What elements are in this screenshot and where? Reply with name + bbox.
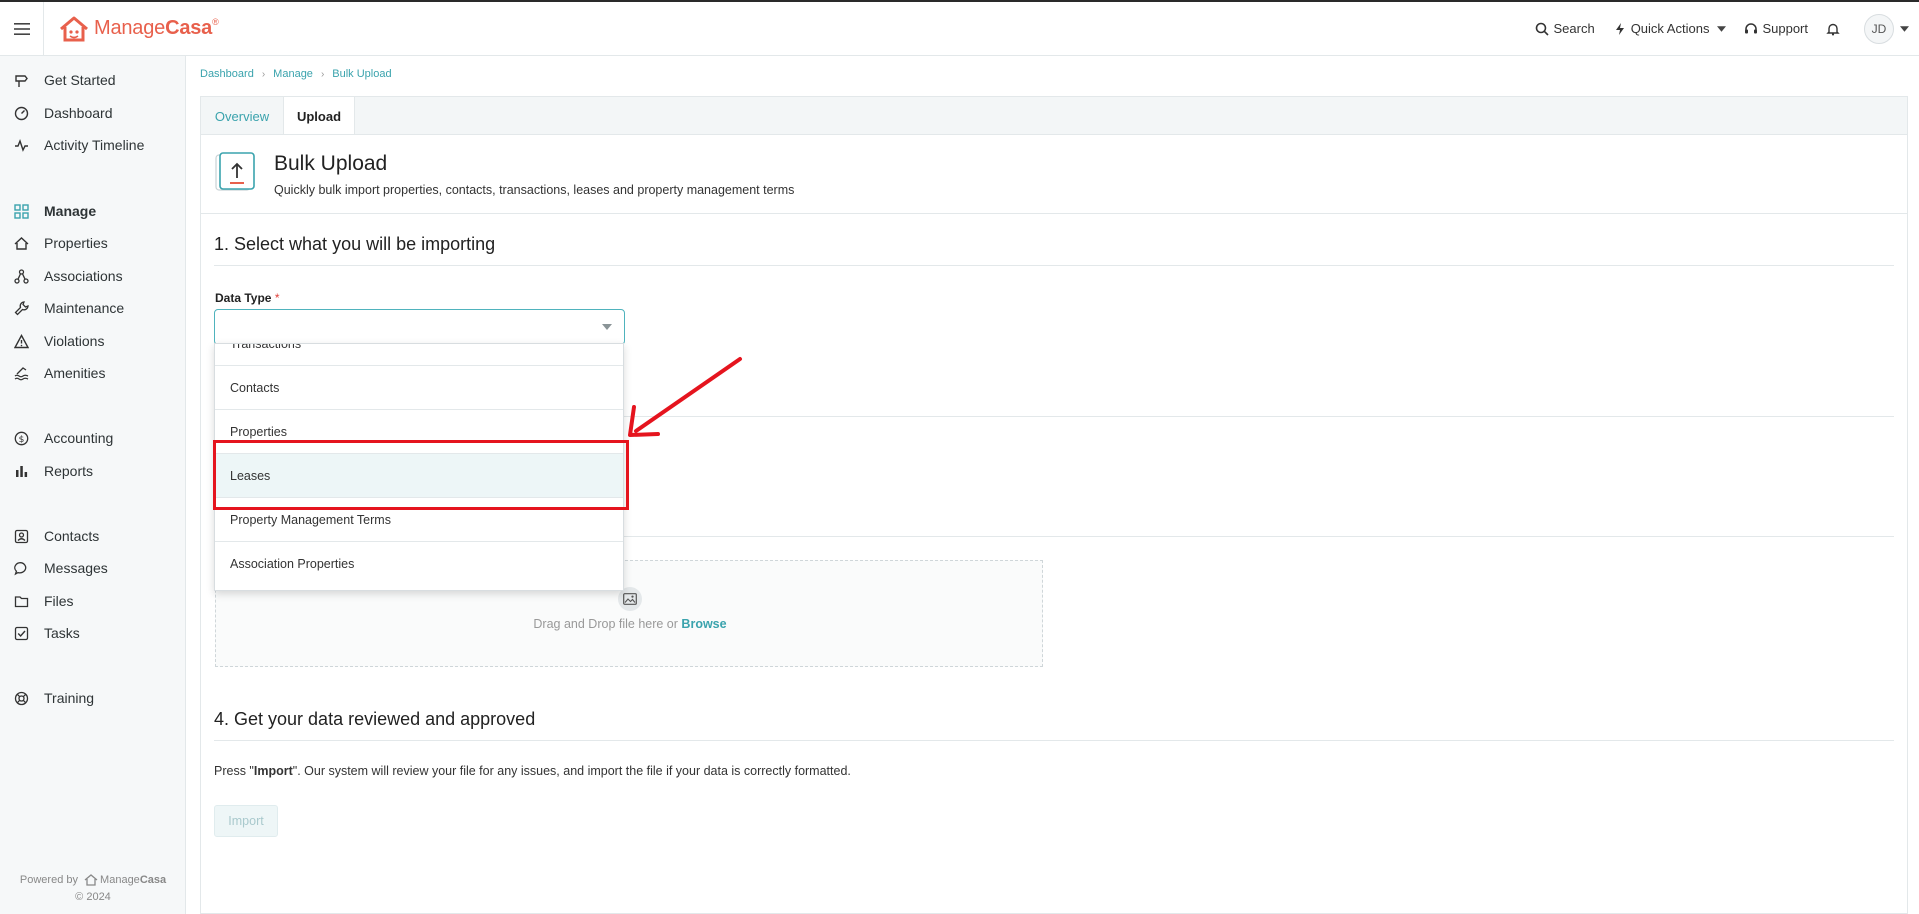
- svg-text:$: $: [19, 435, 25, 445]
- sidebar-item-amenities[interactable]: Amenities: [0, 360, 185, 386]
- support-button[interactable]: Support: [1744, 21, 1808, 36]
- data-type-label: Data Type *: [215, 291, 280, 305]
- sidebar-item-messages[interactable]: Messages: [0, 555, 185, 581]
- caret-down-icon: [1717, 25, 1727, 32]
- sidebar-item-dashboard[interactable]: Dashboard: [0, 100, 185, 126]
- powered-by-logo: Manage Casa: [81, 874, 166, 886]
- headset-icon: [1745, 22, 1758, 33]
- sidebar-item-tasks[interactable]: Tasks: [0, 620, 185, 646]
- powered-by-line: Powered by Manage Casa: [19, 874, 167, 887]
- contact-card-icon: [14, 529, 29, 543]
- sidebar: Get Started Dashboard Activity Timeline …: [0, 56, 186, 914]
- data-type-select[interactable]: [214, 309, 625, 345]
- brand-logo-link[interactable]: ManageCasa®: [58, 15, 219, 43]
- folder-icon: [14, 595, 29, 607]
- step-1-rule: [214, 265, 1894, 266]
- pool-icon: [14, 366, 29, 380]
- breadcrumb-manage[interactable]: Manage: [273, 68, 313, 80]
- checkbox-icon: [14, 626, 29, 640]
- quick-actions-button[interactable]: Quick Actions: [1613, 21, 1727, 36]
- brand-name: ManageCasa®: [94, 17, 219, 39]
- import-instructions: Press "Import". Our system will review y…: [214, 764, 851, 778]
- option-transactions[interactable]: Transactions: [215, 344, 623, 366]
- tab-overview[interactable]: Overview: [201, 97, 283, 135]
- hamburger-icon: [13, 22, 30, 35]
- menu-toggle-button[interactable]: [0, 1, 44, 56]
- search-button[interactable]: Search: [1535, 21, 1595, 36]
- lifebuoy-icon: [14, 691, 29, 705]
- step-4-title: 4. Get your data reviewed and approved: [214, 709, 536, 729]
- breadcrumb-dashboard[interactable]: Dashboard: [200, 68, 254, 80]
- sidebar-item-violations[interactable]: Violations: [0, 328, 185, 354]
- option-contacts[interactable]: Contacts: [215, 366, 623, 410]
- chevron-right-icon: ›: [320, 68, 325, 80]
- highlight-box-annotation: [213, 440, 629, 510]
- bar-chart-icon: [16, 465, 28, 477]
- sidebar-item-reports[interactable]: Reports: [0, 458, 185, 484]
- caret-down-icon: [1900, 25, 1909, 32]
- house-icon: [14, 236, 29, 250]
- option-association-properties[interactable]: Association Properties: [215, 542, 623, 586]
- dollar-icon: $: [14, 431, 29, 445]
- sidebar-item-associations[interactable]: Associations: [0, 263, 185, 289]
- lightning-icon: [1615, 22, 1624, 35]
- user-avatar[interactable]: JD: [1864, 13, 1894, 44]
- user-menu-toggle[interactable]: [1900, 25, 1909, 32]
- sidebar-item-contacts[interactable]: Contacts: [0, 523, 185, 549]
- header-divider: [200, 213, 1908, 214]
- breadcrumb: Dashboard › Manage › Bulk Upload: [200, 68, 392, 80]
- step-4-rule: [214, 740, 1894, 741]
- bell-icon: [1826, 23, 1840, 35]
- grid-icon: [14, 203, 29, 219]
- wrench-icon: [14, 300, 29, 315]
- warning-icon: [14, 333, 29, 348]
- copyright: © 2024: [75, 891, 111, 903]
- network-icon: [14, 268, 29, 284]
- sidebar-item-files[interactable]: Files: [0, 588, 185, 614]
- chevron-right-icon: ›: [261, 68, 266, 80]
- breadcrumb-bulk-upload[interactable]: Bulk Upload: [332, 68, 391, 80]
- tab-bar: Overview Upload: [200, 96, 1908, 136]
- house-logo-icon: [84, 874, 98, 886]
- pulse-icon: [15, 138, 28, 152]
- sidebar-item-training[interactable]: Training: [0, 685, 185, 711]
- dropzone-text: Drag and Drop file here or Browse: [533, 617, 727, 631]
- gauge-icon: [14, 106, 29, 120]
- notifications-button[interactable]: [1826, 22, 1844, 36]
- step-1-title: 1. Select what you will be importing: [214, 234, 496, 254]
- signpost-icon: [15, 74, 28, 87]
- top-bar: ManageCasa® Search Quick Actions Support…: [0, 0, 1919, 56]
- upload-document-icon: [215, 152, 255, 191]
- browse-link[interactable]: Browse: [681, 617, 726, 631]
- house-logo-icon: [58, 15, 90, 43]
- search-icon: [1536, 22, 1550, 36]
- sidebar-item-properties[interactable]: Properties: [0, 230, 185, 256]
- page-title: Bulk Upload: [274, 152, 388, 175]
- sidebar-item-get-started[interactable]: Get Started: [0, 67, 185, 93]
- sidebar-item-maintenance[interactable]: Maintenance: [0, 295, 185, 321]
- tab-upload[interactable]: Upload: [283, 97, 355, 136]
- import-button[interactable]: Import: [214, 805, 278, 837]
- sidebar-item-activity-timeline[interactable]: Activity Timeline: [0, 132, 185, 158]
- sidebar-item-accounting[interactable]: $ Accounting: [0, 425, 185, 451]
- sidebar-item-manage[interactable]: Manage: [0, 198, 185, 224]
- chat-icon: [14, 561, 27, 575]
- page-subtitle: Quickly bulk import properties, contacts…: [274, 183, 795, 197]
- red-arrow-annotation: [628, 357, 742, 437]
- caret-down-icon: [602, 324, 612, 330]
